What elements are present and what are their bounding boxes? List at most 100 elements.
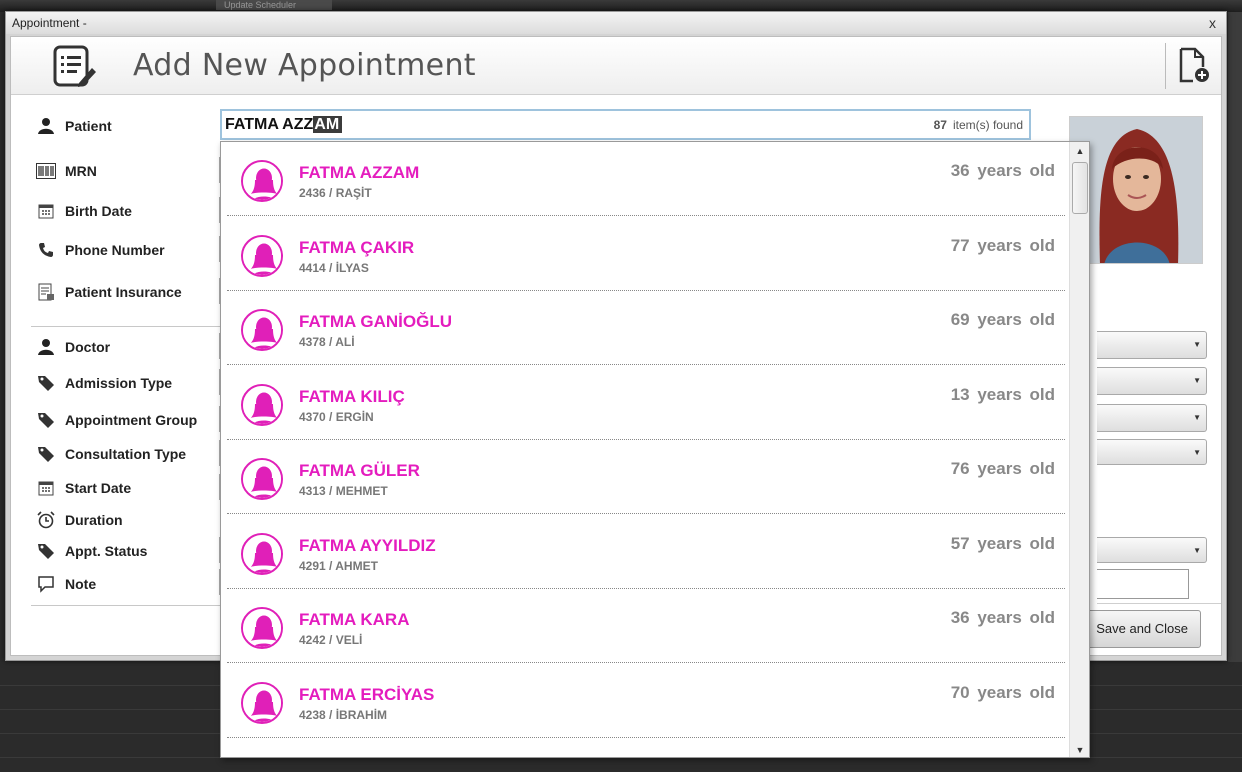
consultation-type-row: Consultation Type [35,443,186,465]
patient-search-input[interactable]: FATMA AZZAM 87 item(s) found [220,109,1031,140]
tag-icon [35,444,57,464]
close-button[interactable]: x [1209,12,1216,34]
result-id-father: 4238 / İBRAHİM [299,707,388,722]
patient-search-value: FATMA AZZAM [222,115,343,134]
start-date-row: Start Date [35,477,131,499]
scroll-thumb[interactable] [1072,162,1088,214]
scroll-up-icon[interactable]: ▲ [1070,143,1089,159]
dialog-header: Add New Appointment [11,37,1221,95]
birth-date-label: Birth Date [65,203,132,219]
result-item[interactable]: FATMA KARA 4242 / VELİ 36 years old [227,589,1065,663]
admission-type-row: Admission Type [35,372,172,394]
result-item[interactable]: FATMA ERCİYAS 4238 / İBRAHİM 70 years old [227,664,1065,738]
result-age: 70 years old [950,682,1055,702]
admission-type-dropdown[interactable]: ▼ [1097,367,1207,395]
dropdown-arrow-icon: ▼ [1193,376,1201,385]
person-icon [35,116,57,136]
start-date-label: Start Date [65,480,132,496]
section-divider [31,326,221,327]
mrn-row: MRN [35,160,97,182]
result-id-father: 4291 / AHMET [299,558,378,573]
new-document-icon[interactable] [1175,47,1211,83]
insurance-row: Patient Insurance [35,281,182,303]
result-item[interactable]: FATMA GÜLER 4313 / MEHMET 76 years old [227,440,1065,514]
appointment-group-label: Appointment Group [65,412,198,428]
result-item[interactable]: FATMA KILIÇ 4370 / ERGİN 13 years old [227,366,1065,440]
doctor-dropdown[interactable]: ▼ [1097,331,1207,359]
scroll-down-icon[interactable]: ▼ [1070,742,1089,757]
background-strip [1228,12,1242,662]
phone-icon [35,240,57,260]
result-age: 57 years old [950,533,1055,553]
female-avatar-icon [241,532,283,575]
appt-status-dropdown[interactable]: ▼ [1097,537,1207,563]
note-row: Note [35,573,96,595]
section-divider [31,605,221,606]
insurance-label: Patient Insurance [65,284,182,300]
appointment-group-row: Appointment Group [35,409,197,431]
duration-row: Duration [35,509,123,531]
result-item[interactable]: FATMA AZZAM 2436 / RAŞİT 36 years old [227,142,1065,216]
female-avatar-icon [241,160,283,202]
result-id-father: 4370 / ERGİN [299,409,374,424]
person-icon [35,337,57,357]
result-id-father: 4378 / ALİ [299,335,355,349]
result-id-father: 4414 / İLYAS [299,260,369,275]
background-tab: Update Scheduler [216,0,332,10]
dropdown-arrow-icon: ▼ [1193,546,1201,555]
result-id-father: 2436 / RAŞİT [299,186,372,200]
window-title: Appointment - [12,16,87,30]
speech-bubble-icon [35,574,57,594]
tag-icon [35,541,57,561]
note-input[interactable] [1097,569,1189,599]
calendar-icon [35,201,57,221]
female-avatar-icon [241,234,283,277]
appt-status-row: Appt. Status [35,540,147,562]
female-avatar-icon [241,458,283,500]
results-count-number: 87 [933,118,947,132]
result-name: FATMA GANİOĞLU [299,312,452,331]
dropdown-arrow-icon: ▼ [1193,413,1201,422]
female-avatar-icon [241,309,283,351]
patient-results-list: FATMA AZZAM 2436 / RAŞİT 36 years old FATMA… [220,141,1090,758]
dropdown-arrow-icon: ▼ [1193,340,1201,349]
result-age: 36 years old [950,161,1055,180]
save-and-close-button[interactable]: Save and Close [1081,610,1201,648]
doctor-row: Doctor [35,336,110,358]
window-titlebar: Appointment - x [6,12,1226,34]
patient-row: Patient [35,115,112,137]
result-age: 77 years old [950,235,1055,255]
typed-text: FATMA AZZ [225,115,314,133]
autocomplete-selection: AM [313,115,343,133]
result-item[interactable]: FATMA AYYILDIZ 4291 / AHMET 57 years old [227,515,1065,589]
female-avatar-icon [241,383,283,426]
result-name: FATMA ÇAKIR [299,237,415,257]
mrn-label: MRN [65,163,97,179]
results-scrollbar[interactable]: ▲ ▼ [1069,142,1089,757]
result-name: FATMA KILIÇ [299,386,405,406]
admission-type-label: Admission Type [65,375,173,391]
result-age: 69 years old [950,310,1055,329]
result-age: 13 years old [950,384,1055,404]
consultation-type-dropdown[interactable]: ▼ [1097,439,1207,465]
tag-icon [35,410,57,430]
duration-label: Duration [65,512,123,528]
phone-row: Phone Number [35,239,165,261]
result-name: FATMA ERCİYAS [299,684,435,704]
appt-status-label: Appt. Status [65,543,148,559]
result-age: 76 years old [950,459,1055,478]
result-name: FATMA KARA [299,610,410,629]
result-item[interactable]: FATMA GANİOĞLU 4378 / ALİ 69 years old [227,291,1065,365]
insurance-card-icon [35,282,57,302]
result-age: 36 years old [950,608,1055,627]
appointment-group-dropdown[interactable]: ▼ [1097,404,1207,432]
alarm-clock-icon [35,510,57,530]
result-name: FATMA AYYILDIZ [299,535,436,555]
result-name: FATMA AZZAM [299,163,420,182]
dropdown-arrow-icon: ▼ [1193,448,1201,457]
header-divider [1165,43,1166,89]
tag-icon [35,373,57,393]
result-item[interactable]: FATMA ÇAKIR 4414 / İLYAS 77 years old [227,217,1065,291]
doctor-label: Doctor [65,339,111,355]
result-id-father: 4313 / MEHMET [299,484,388,498]
